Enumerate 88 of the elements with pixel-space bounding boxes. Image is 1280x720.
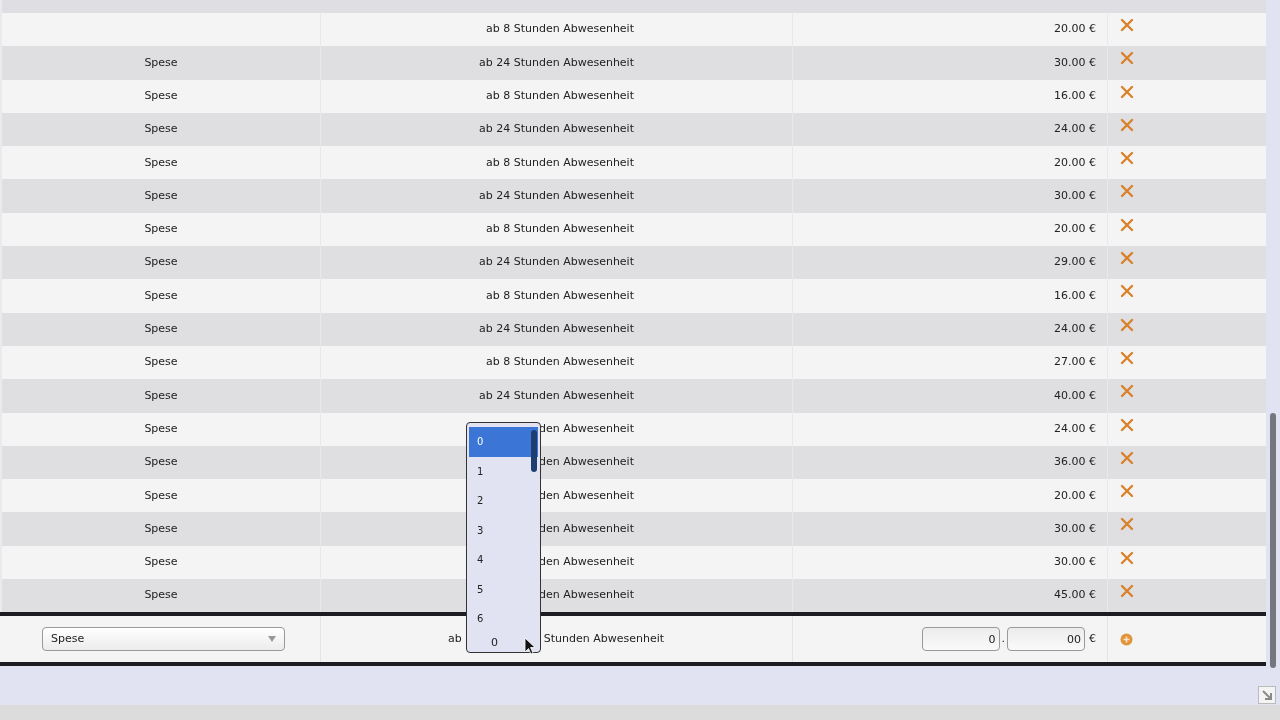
delete-icon[interactable] bbox=[1120, 550, 1134, 565]
delete-icon[interactable] bbox=[1120, 517, 1134, 532]
table-cell-text: 16.00 € bbox=[1054, 287, 1096, 304]
hour-option[interactable]: 1 bbox=[469, 456, 538, 486]
table-cell-text: Spese bbox=[144, 154, 178, 171]
hour-option[interactable]: 3 bbox=[469, 515, 538, 545]
table-cell: Spese bbox=[144, 321, 178, 338]
scrollbar-thumb[interactable] bbox=[1270, 413, 1276, 668]
currency-label: € bbox=[1089, 631, 1096, 648]
hour-option[interactable]: 0 bbox=[469, 427, 538, 457]
delete-icon[interactable] bbox=[1120, 484, 1134, 499]
table-cell-text: Spese bbox=[144, 520, 178, 537]
table-cell-text: ab 24 Stunden Abwesenheit bbox=[478, 187, 634, 204]
delete-icon[interactable] bbox=[1120, 217, 1134, 232]
delete-icon[interactable] bbox=[1120, 117, 1134, 132]
dropdown-arrow-icon bbox=[268, 636, 276, 643]
delete-icon[interactable] bbox=[1120, 18, 1134, 32]
add-icon[interactable] bbox=[1120, 632, 1133, 646]
table-cell: Spese bbox=[144, 121, 178, 138]
table-cell-text: ab 8 Stunden Abwesenheit bbox=[485, 287, 634, 304]
hour-option[interactable]: 6 bbox=[469, 604, 538, 634]
delete-icon[interactable] bbox=[1120, 450, 1134, 465]
table-cell-text: 30.00 € bbox=[1054, 54, 1096, 71]
table-cell: 24.00 € bbox=[1054, 121, 1096, 138]
condition-prefix: ab bbox=[448, 631, 462, 648]
table-cell: ab 24 Stunden Abwesenheit bbox=[478, 121, 634, 138]
table-cell: ab 8 Stunden Abwesenheit bbox=[485, 221, 634, 238]
delete-icon[interactable] bbox=[1120, 284, 1134, 299]
delete-icon[interactable] bbox=[1120, 584, 1134, 599]
delete-icon[interactable] bbox=[1120, 51, 1134, 66]
delete-icon[interactable] bbox=[1120, 384, 1134, 399]
delete-icon[interactable] bbox=[1120, 417, 1134, 432]
delete-icon[interactable] bbox=[1120, 350, 1134, 365]
list-scrollbar-thumb[interactable] bbox=[531, 430, 537, 472]
table-cell: 20.00 € bbox=[1054, 21, 1096, 38]
cent-input-field[interactable]: 00 bbox=[1007, 627, 1085, 652]
table-cell: Spese bbox=[144, 554, 178, 571]
table-cell: Spese bbox=[144, 221, 178, 238]
delete-icon[interactable] bbox=[1120, 84, 1134, 99]
table-cell: ab 8 Stunden Abwesenheit bbox=[485, 354, 634, 371]
table-cell-text: 30.00 € bbox=[1054, 187, 1096, 204]
table-cell-text: 30.00 € bbox=[1054, 520, 1096, 537]
table-cell: 45.00 € bbox=[1054, 587, 1096, 604]
table-cell-text: ab 24 Stunden Abwesenheit bbox=[478, 387, 634, 404]
hour-option[interactable]: 5 bbox=[469, 574, 538, 604]
table-cell: Spese bbox=[144, 354, 178, 371]
table-cell-text: Spese bbox=[144, 54, 178, 71]
table-cell-text: Spese bbox=[144, 387, 178, 404]
table-cell-text: 16.00 € bbox=[1054, 88, 1096, 104]
condition-suffix: Stunden Abwesenheit bbox=[543, 631, 665, 648]
decimal-separator: . bbox=[1001, 631, 1005, 648]
resize-handle[interactable] bbox=[1258, 686, 1276, 704]
delete-icon[interactable] bbox=[1120, 184, 1134, 199]
table-cell: 29.00 € bbox=[1054, 254, 1096, 271]
table-cell: ab 24 Stunden Abwesenheit bbox=[478, 321, 634, 338]
table-cell: 27.00 € bbox=[1054, 354, 1096, 371]
table-cell-text: ab 8 Stunden Abwesenheit bbox=[485, 88, 634, 104]
table-cell-text: Spese bbox=[144, 88, 178, 104]
table-cell: 20.00 € bbox=[1054, 221, 1096, 238]
delete-icon[interactable] bbox=[1120, 151, 1134, 166]
mouse-cursor-icon bbox=[524, 636, 536, 655]
delete-icon[interactable] bbox=[1120, 251, 1134, 266]
hour-option[interactable]: 4 bbox=[469, 545, 538, 575]
table-cell: Spese bbox=[144, 454, 178, 471]
table-cell: Spese bbox=[144, 587, 178, 604]
table-cell: 36.00 € bbox=[1054, 454, 1096, 471]
hours-select[interactable]: 0 1 2 3 4 5 6 0 bbox=[466, 422, 541, 653]
table-cell-text: ab 8 Stunden Abwesenheit bbox=[485, 154, 634, 171]
table-cell-text: 20.00 € bbox=[1054, 487, 1096, 504]
table-cell-text: 20.00 € bbox=[1054, 154, 1096, 171]
hour-option[interactable]: 2 bbox=[469, 486, 538, 516]
table-cell-text: 40.00 € bbox=[1054, 387, 1096, 404]
table-cell-text: Spese bbox=[144, 187, 178, 204]
table-cell: Spese bbox=[144, 254, 178, 271]
type-select[interactable]: Spese bbox=[42, 627, 285, 652]
selected-value: 0 bbox=[491, 634, 498, 651]
resize-arrow-icon bbox=[1261, 689, 1273, 701]
table-cell-text: 24.00 € bbox=[1054, 420, 1096, 437]
euro-input-field[interactable]: 0 bbox=[921, 627, 1000, 652]
table-cell-text: Spese bbox=[144, 287, 178, 304]
table-cell: ab 24 Stunden Abwesenheit bbox=[478, 254, 634, 271]
table-cell: ab 8 Stunden Abwesenheit bbox=[485, 21, 634, 38]
table-cell-text: Spese bbox=[144, 487, 178, 504]
delete-icon[interactable] bbox=[1120, 317, 1134, 332]
table-cell: 24.00 € bbox=[1054, 321, 1096, 338]
table-cell-text: ab 24 Stunden Abwesenheit bbox=[478, 54, 634, 71]
table-cell-text: Spese bbox=[144, 420, 178, 437]
table-cell: 30.00 € bbox=[1054, 554, 1096, 571]
